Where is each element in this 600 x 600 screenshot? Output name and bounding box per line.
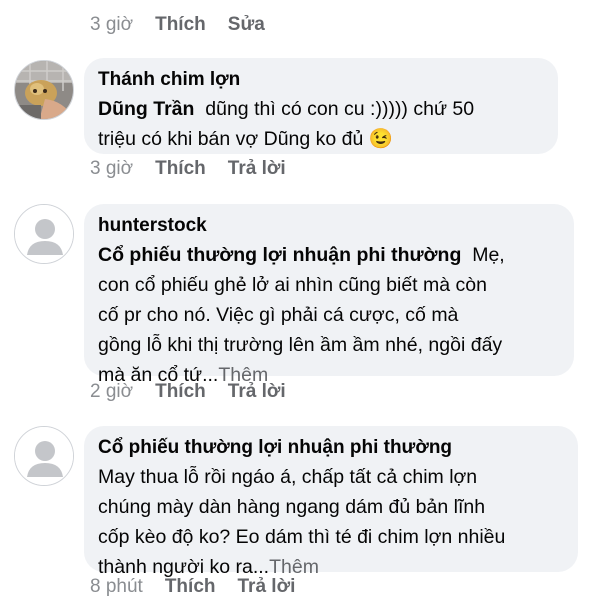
comment-text: Mẹ, (472, 244, 505, 266)
comment-text-line: gồng lỗ khi thị trường lên ầm ầm nhé, ng… (98, 334, 503, 356)
comment-actions: 3 giờ Thích Trả lời (90, 158, 286, 180)
comment-actions: 3 giờ Thích Sửa (90, 14, 265, 36)
comment-text-line: triệu có khi bán vợ Dũng ko đủ 😉 (98, 124, 544, 154)
comment-text-line: chúng mày dàn hàng ngang dám đủ bản lĩnh (98, 496, 486, 518)
mention-tag[interactable]: Cổ phiếu thường lợi nhuận phi thường (98, 244, 461, 266)
avatar[interactable] (14, 204, 74, 264)
reply-button[interactable]: Trả lời (228, 381, 286, 403)
comment-timestamp: 3 giờ (90, 14, 134, 35)
comment-author[interactable]: hunterstock (98, 212, 560, 240)
like-button[interactable]: Thích (155, 14, 206, 36)
comment-timestamp: 3 giờ (90, 158, 134, 179)
comment-text-line: cố pr cho nó. Việc gì phải cá cược, cố m… (98, 304, 459, 326)
user-photo (15, 61, 73, 119)
wink-emoji-icon: 😉 (368, 128, 394, 150)
comment-bubble: Thánh chim lợn Dũng Trần dũng thì có con… (84, 58, 558, 154)
default-avatar-icon (15, 205, 73, 263)
comment-text: triệu có khi bán vợ Dũng ko đủ (98, 128, 364, 150)
comment-author[interactable]: Cổ phiếu thường lợi nhuận phi thường (98, 434, 564, 462)
comment-bubble: hunterstock Cổ phiếu thường lợi nhuận ph… (84, 204, 574, 386)
reply-button[interactable]: Trả lời (228, 158, 286, 180)
comment-bubble: Cổ phiếu thường lợi nhuận phi thường May… (84, 426, 578, 578)
avatar[interactable] (14, 60, 74, 120)
comment-text: dũng thì có con cu :))))) chứ 50 (205, 98, 475, 120)
comment-text-line: Cổ phiếu thường lợi nhuận phi thường Mẹ, (98, 240, 560, 270)
mention-tag[interactable]: Dũng Trần (98, 98, 194, 120)
default-avatar-icon (15, 427, 73, 485)
like-button[interactable]: Thích (165, 576, 216, 598)
see-more-link[interactable]: Thêm (269, 556, 319, 578)
comment-text-line: Dũng Trần dũng thì có con cu :))))) chứ … (98, 94, 544, 124)
comment-author[interactable]: Thánh chim lợn (98, 66, 544, 94)
like-button[interactable]: Thích (155, 158, 206, 180)
like-button[interactable]: Thích (155, 381, 206, 403)
comment-text-line: cốp kèo độ ko? Eo dám thì té đi chim lợn… (98, 526, 506, 548)
comment-text-line: con cổ phiếu ghẻ lở ai nhìn cũng biết mà… (98, 274, 487, 296)
edit-button[interactable]: Sửa (228, 14, 265, 36)
comment-actions: 8 phút Thích Trả lời (90, 576, 295, 598)
comment-timestamp: 2 giờ (90, 381, 134, 402)
comment-text: thành người ko ra... (98, 556, 270, 578)
comment-actions: 2 giờ Thích Trả lời (90, 381, 286, 403)
comment-timestamp: 8 phút (90, 576, 143, 597)
comment-text-line: May thua lỗ rồi ngáo á, chấp tất cả chim… (98, 466, 478, 488)
reply-button[interactable]: Trả lời (238, 576, 296, 598)
avatar[interactable] (14, 426, 74, 486)
